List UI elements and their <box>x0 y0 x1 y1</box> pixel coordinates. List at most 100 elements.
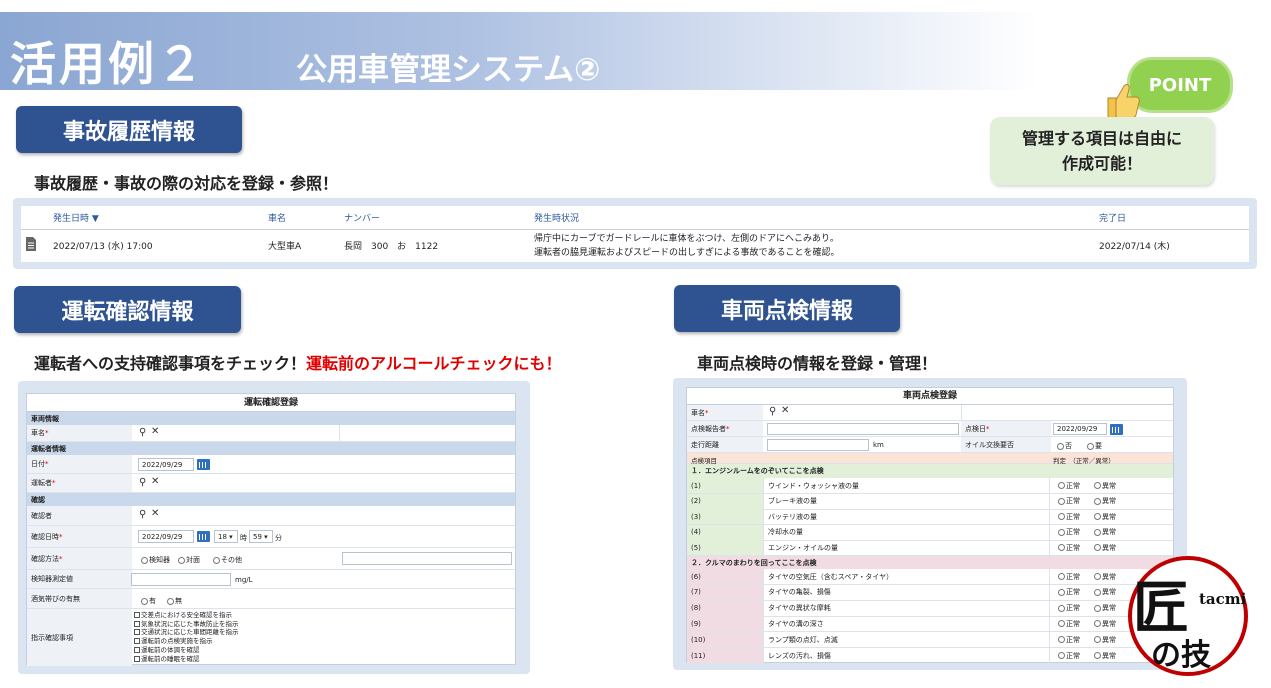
clear-icon[interactable]: ✕ <box>151 508 159 519</box>
clear-icon[interactable]: ✕ <box>151 476 159 487</box>
label-confirm-datetime: 確認日時 * <box>27 526 132 547</box>
instruction-checkbox[interactable]: 運転前の睡眠を確認 <box>134 655 239 664</box>
accident-heading: 事故履歴情報 <box>16 106 242 153</box>
judge-radio-normal[interactable]: 正常 <box>1058 619 1080 629</box>
mileage-input[interactable] <box>767 439 869 451</box>
confirm-date-input[interactable]: 2022/09/29 <box>138 530 194 543</box>
label-car-text: 車名 <box>31 429 45 437</box>
oil-radio-yes[interactable]: 要 <box>1087 441 1102 451</box>
inspection-row: (6) タイヤの空気圧（含むスペア・タイヤ） 正常 異常 <box>687 569 1173 585</box>
item-no: (9) <box>687 616 763 632</box>
accident-table-header: 発生日時 ▼ 車名 ナンバー 発生時状況 完了日 <box>21 206 1249 230</box>
judge-option-text: 異常 <box>1102 543 1116 552</box>
hour-select[interactable]: 18 ▾ <box>214 530 238 543</box>
instruction-checkbox[interactable]: 交差点における安全確認を指示 <box>134 611 239 620</box>
search-icon[interactable]: ⚲ <box>139 427 146 438</box>
judge-option-text: 異常 <box>1102 604 1116 613</box>
hour-unit: 時 <box>240 534 247 542</box>
clear-icon[interactable]: ✕ <box>781 405 789 416</box>
calendar-icon[interactable] <box>1110 424 1123 435</box>
method-option-text: 対面 <box>186 556 200 564</box>
label-confirm-dt-text: 確認日時 <box>31 532 59 541</box>
mileage-unit: km <box>873 441 884 449</box>
judge-radio-abnormal[interactable]: 異常 <box>1094 572 1116 582</box>
title-banner: 活用例２ 公用車管理システム② <box>0 12 1040 91</box>
date-input[interactable]: 2022/09/29 <box>138 458 194 471</box>
col-number[interactable]: ナンバー <box>338 206 528 230</box>
calendar-icon[interactable] <box>197 459 210 470</box>
judge-radio-normal[interactable]: 正常 <box>1058 512 1080 522</box>
minute-select[interactable]: 59 ▾ <box>249 530 273 543</box>
judge-radio-normal[interactable]: 正常 <box>1058 527 1080 537</box>
inspection-row: (2) ブレーキ液の量 正常 異常 <box>687 493 1173 510</box>
instruction-checkbox[interactable]: 交通状況に応じた車間距離を指示 <box>134 628 239 637</box>
driving-desc-black: 運転者への支持確認事項をチェック！ <box>34 354 307 373</box>
judge-radio-abnormal[interactable]: 異常 <box>1094 651 1116 661</box>
judge-radio-normal[interactable]: 正常 <box>1058 635 1080 645</box>
document-icon[interactable] <box>21 229 47 262</box>
required-mark: * <box>52 479 56 487</box>
inspection-row: (9) タイヤの溝の深さ 正常 異常 <box>687 616 1173 633</box>
alcohol-radio-yes[interactable]: 有 <box>141 596 156 606</box>
method-radio-face[interactable]: 対面 <box>178 555 200 565</box>
row-instructions: 指示確認事項 交差点における安全確認を指示 気象状況に応じた事故防止を指示 交通… <box>27 609 515 666</box>
row-confirmer: 確認者 ⚲ ✕ <box>27 506 515 526</box>
judge-radio-abnormal[interactable]: 異常 <box>1094 619 1116 629</box>
required-mark: * <box>59 554 63 563</box>
inspection-row: (5) エンジン・オイルの量 正常 異常 <box>687 540 1173 557</box>
item-no: (2) <box>687 493 763 509</box>
method-radio-detector[interactable]: 検知器 <box>141 555 170 565</box>
inspection-row: (7) タイヤの亀裂、損傷 正常 異常 <box>687 584 1173 601</box>
measure-input[interactable] <box>131 573 231 586</box>
oil-option-text: 否 <box>1065 442 1072 450</box>
judge-radio-normal[interactable]: 正常 <box>1058 481 1080 491</box>
oil-radio-no[interactable]: 否 <box>1057 441 1072 451</box>
label-inspect-date: 点検日 * <box>961 421 1051 436</box>
header-icon-col <box>21 206 47 230</box>
col-car[interactable]: 車名 <box>262 206 338 230</box>
search-icon[interactable]: ⚲ <box>139 509 146 520</box>
judge-radio-abnormal[interactable]: 異常 <box>1094 543 1116 553</box>
judge-radio-normal[interactable]: 正常 <box>1058 603 1080 613</box>
label-driver-text: 運転者 <box>31 479 52 487</box>
col-date[interactable]: 発生日時 ▼ <box>47 206 262 230</box>
col-situation[interactable]: 発生時状況 <box>528 206 1093 230</box>
method-radio-other[interactable]: その他 <box>213 555 242 565</box>
clear-icon[interactable]: ✕ <box>151 426 159 437</box>
judge-option-text: 異常 <box>1102 481 1116 490</box>
judge-radio-abnormal[interactable]: 異常 <box>1094 603 1116 613</box>
judge-radio-abnormal[interactable]: 異常 <box>1094 527 1116 537</box>
judge-radio-abnormal[interactable]: 異常 <box>1094 587 1116 597</box>
inspect-date-input[interactable]: 2022/09/29 <box>1053 423 1107 435</box>
reporter-input[interactable] <box>767 423 959 435</box>
judge-radio-normal[interactable]: 正常 <box>1058 543 1080 553</box>
driving-form-frame: 運転確認登録 車両情報 車名 * ⚲ ✕ 運転者情報 日付 * 2022/09/29… <box>18 381 530 674</box>
alcohol-radio-no[interactable]: 無 <box>167 596 182 606</box>
method-other-input[interactable] <box>342 552 512 565</box>
required-mark: * <box>705 408 709 417</box>
judge-radio-abnormal[interactable]: 異常 <box>1094 496 1116 506</box>
judge-radio-abnormal[interactable]: 異常 <box>1094 512 1116 522</box>
instruction-checkbox[interactable]: 運転前の体調を確認 <box>134 646 239 655</box>
judge-radio-abnormal[interactable]: 異常 <box>1094 481 1116 491</box>
judge-radio-normal[interactable]: 正常 <box>1058 651 1080 661</box>
table-row[interactable]: 2022/07/13 (水) 17:00 大型車A 長岡 300 お 1122 … <box>21 229 1249 262</box>
row-car: 車名 * ⚲ ✕ <box>27 425 515 442</box>
judge-radio-abnormal[interactable]: 異常 <box>1094 635 1116 645</box>
judge-radio-normal[interactable]: 正常 <box>1058 587 1080 597</box>
minute-value: 59 <box>253 532 262 541</box>
judge-radio-normal[interactable]: 正常 <box>1058 572 1080 582</box>
judge-radio-normal[interactable]: 正常 <box>1058 496 1080 506</box>
inspection-form-frame: 車両点検登録 車名 * ⚲ ✕ 点検報告者 * 点検日 * 2022/09/29 走行… <box>673 378 1187 670</box>
inspection-heading: 車両点検情報 <box>674 285 900 332</box>
item-name: ランプ類の点灯、点滅 <box>763 632 1049 648</box>
instruction-text: 運転前の点検実施を指示 <box>141 637 213 646</box>
search-icon[interactable]: ⚲ <box>139 477 146 488</box>
item-no: (10) <box>687 632 763 648</box>
instruction-checkbox[interactable]: 運転前の点検実施を指示 <box>134 637 239 646</box>
search-icon[interactable]: ⚲ <box>769 406 776 417</box>
item-name: タイヤの異状な摩耗 <box>763 600 1049 616</box>
col-completed[interactable]: 完了日 <box>1093 206 1249 230</box>
row-reporter: 点検報告者 * 点検日 * 2022/09/29 <box>687 421 1173 437</box>
calendar-icon[interactable] <box>197 531 210 542</box>
